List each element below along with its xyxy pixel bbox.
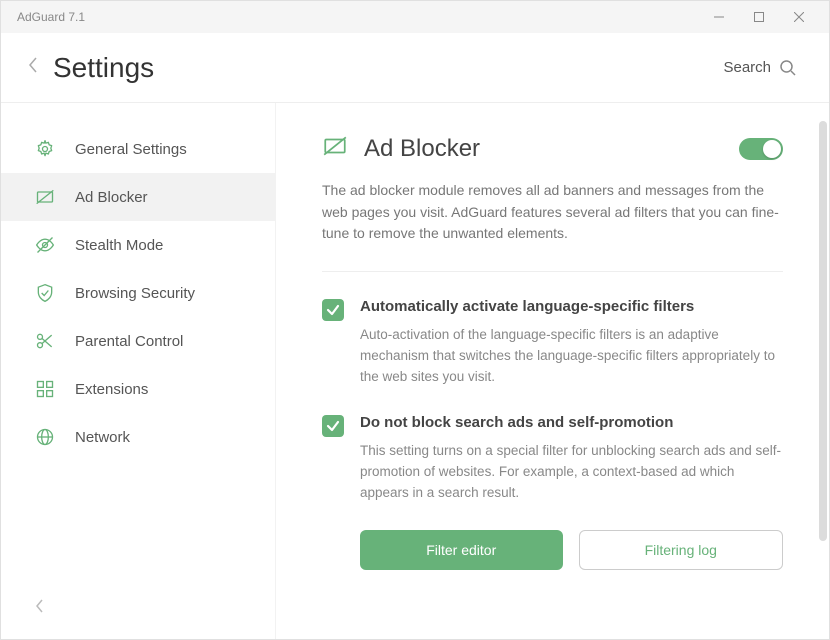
maximize-icon — [754, 12, 764, 22]
checkbox-dont-block-search-ads[interactable] — [322, 415, 344, 437]
section-title: Ad Blocker — [364, 135, 723, 163]
filter-editor-button[interactable]: Filter editor — [360, 530, 563, 570]
scrollbar-thumb[interactable] — [819, 121, 827, 541]
stealth-icon — [35, 235, 55, 255]
section-header: Ad Blocker — [322, 133, 783, 164]
titlebar: AdGuard 7.1 — [1, 1, 829, 33]
checkbox-auto-language-filters[interactable] — [322, 299, 344, 321]
sidebar-item-extensions[interactable]: Extensions — [1, 365, 275, 413]
window-title: AdGuard 7.1 — [11, 10, 699, 24]
option-auto-language-filters: Automatically activate language-specific… — [322, 298, 783, 388]
body: General Settings Ad Blocker Stealth Mode… — [1, 103, 829, 639]
sidebar-item-stealth-mode[interactable]: Stealth Mode — [1, 221, 275, 269]
sidebar-item-browsing-security[interactable]: Browsing Security — [1, 269, 275, 317]
close-icon — [794, 12, 804, 22]
sidebar-item-label: Browsing Security — [75, 285, 195, 302]
back-button[interactable] — [27, 55, 39, 80]
scrollbar[interactable] — [819, 121, 827, 601]
sidebar-item-label: Parental Control — [75, 333, 183, 350]
chevron-left-icon — [27, 55, 39, 75]
header: Settings Search — [1, 33, 829, 103]
option-title: Do not block search ads and self-promoti… — [360, 414, 783, 431]
sidebar-item-general-settings[interactable]: General Settings — [1, 125, 275, 173]
gear-icon — [35, 139, 55, 159]
grid-icon — [35, 379, 55, 399]
option-title: Automatically activate language-specific… — [360, 298, 783, 315]
check-icon — [326, 419, 340, 433]
window-controls — [699, 1, 819, 33]
search-label: Search — [723, 59, 771, 76]
sidebar-item-label: General Settings — [75, 141, 187, 158]
option-description: Auto-activation of the language-specific… — [360, 325, 783, 388]
sidebar-item-label: Network — [75, 429, 130, 446]
close-button[interactable] — [779, 1, 819, 33]
check-icon — [326, 303, 340, 317]
sidebar-item-network[interactable]: Network — [1, 413, 275, 461]
maximize-button[interactable] — [739, 1, 779, 33]
sidebar-item-parental-control[interactable]: Parental Control — [1, 317, 275, 365]
sidebar-item-label: Stealth Mode — [75, 237, 163, 254]
module-toggle[interactable] — [739, 138, 783, 160]
chevron-left-icon — [35, 598, 45, 614]
minimize-icon — [714, 12, 724, 22]
option-description: This setting turns on a special filter f… — [360, 441, 783, 504]
sidebar: General Settings Ad Blocker Stealth Mode… — [1, 103, 276, 639]
globe-icon — [35, 427, 55, 447]
sidebar-item-label: Ad Blocker — [75, 189, 148, 206]
sidebar-collapse-button[interactable] — [1, 598, 275, 639]
action-buttons: Filter editor Filtering log — [360, 530, 783, 570]
shield-icon — [35, 283, 55, 303]
ad-blocker-icon — [322, 133, 348, 164]
sidebar-item-ad-blocker[interactable]: Ad Blocker — [1, 173, 275, 221]
scissors-icon — [35, 331, 55, 351]
option-body: Automatically activate language-specific… — [360, 298, 783, 388]
minimize-button[interactable] — [699, 1, 739, 33]
option-body: Do not block search ads and self-promoti… — [360, 414, 783, 504]
app-window: AdGuard 7.1 Settings Search — [0, 0, 830, 640]
search-button[interactable]: Search — [723, 59, 797, 77]
content-area: Ad Blocker The ad blocker module removes… — [276, 103, 829, 639]
ad-blocker-icon — [35, 187, 55, 207]
option-dont-block-search-ads: Do not block search ads and self-promoti… — [322, 414, 783, 504]
search-icon — [779, 59, 797, 77]
divider — [322, 271, 783, 272]
page-title: Settings — [53, 52, 723, 84]
section-description: The ad blocker module removes all ad ban… — [322, 180, 783, 245]
sidebar-item-label: Extensions — [75, 381, 148, 398]
filtering-log-button[interactable]: Filtering log — [579, 530, 784, 570]
